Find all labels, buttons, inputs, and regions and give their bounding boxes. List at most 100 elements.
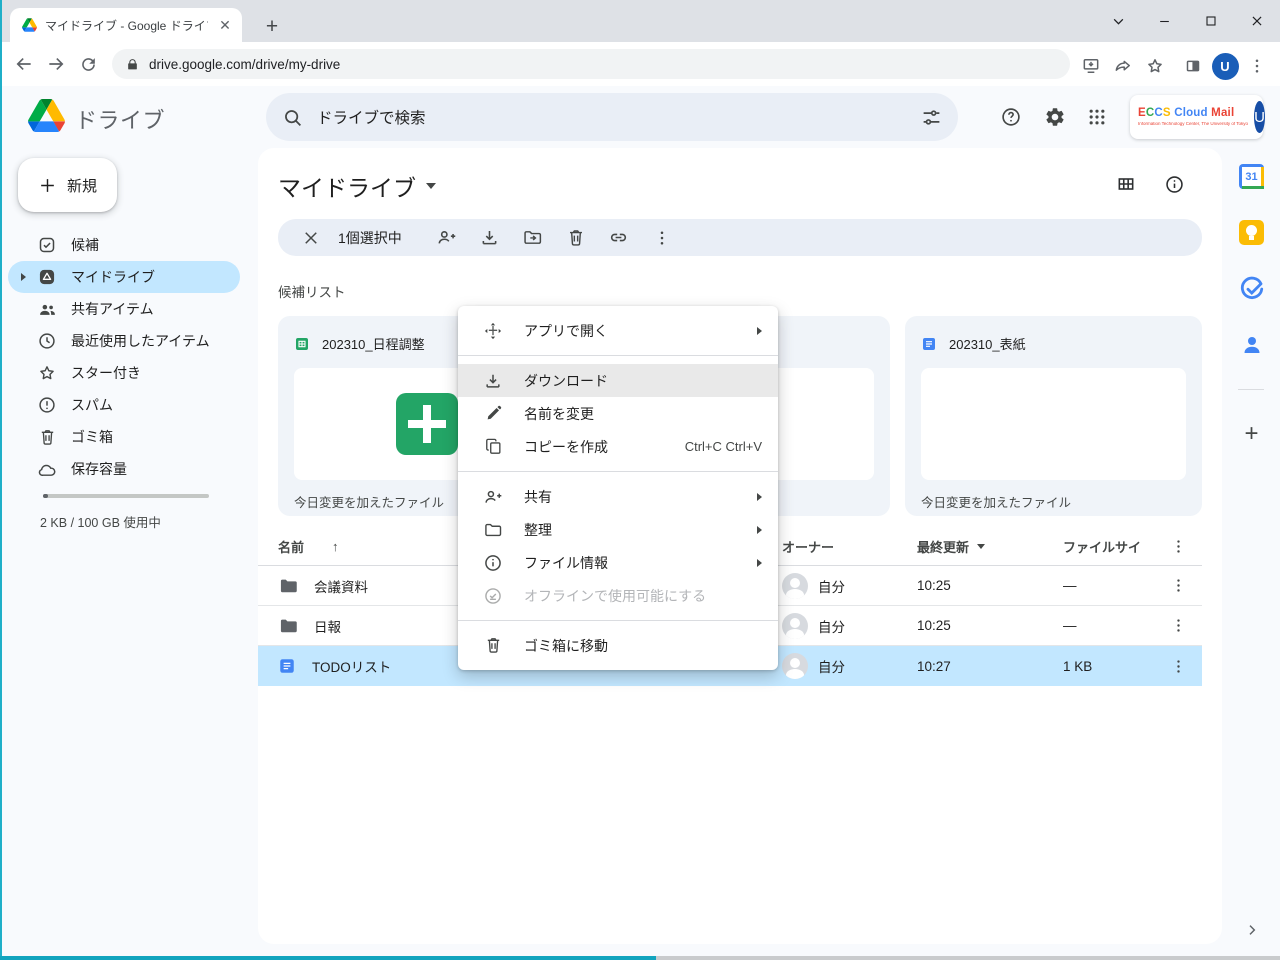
back-icon[interactable] (8, 48, 40, 80)
menu-item-organize[interactable]: 整理 (458, 513, 778, 546)
menu-item-download[interactable]: ダウンロード (458, 364, 778, 397)
sheets-logo-icon (396, 393, 458, 455)
menu-item-make-copy[interactable]: コピーを作成 Ctrl+C Ctrl+V (458, 430, 778, 463)
storage-progress-bar (43, 494, 209, 498)
sidebar-item-trash[interactable]: ゴミ箱 (8, 421, 240, 453)
move-to-folder-icon[interactable] (516, 221, 550, 255)
my-drive-icon (36, 266, 58, 288)
menu-item-file-info[interactable]: ファイル情報 (458, 546, 778, 579)
install-icon[interactable] (1075, 50, 1107, 82)
url-bar[interactable]: drive.google.com/drive/my-drive (112, 49, 1070, 79)
owner-avatar (782, 653, 808, 679)
spam-icon (36, 394, 58, 416)
menu-item-move-to-trash[interactable]: ゴミ箱に移動 (458, 629, 778, 662)
new-tab-button[interactable]: + (258, 13, 286, 41)
column-modified[interactable]: 最終更新 (917, 528, 985, 565)
row-options-icon[interactable] (1160, 606, 1196, 645)
column-options-icon[interactable] (1160, 528, 1196, 565)
tab-search-icon[interactable] (1104, 0, 1132, 42)
drive-logo[interactable] (28, 99, 65, 132)
details-toggle[interactable] (1154, 164, 1194, 204)
browser-menu-icon[interactable] (1241, 50, 1273, 82)
account-badge[interactable]: ECCS Cloud Mail Information Technology C… (1130, 95, 1263, 139)
sidebar-item-shared[interactable]: 共有アイテム (8, 293, 240, 325)
bookmark-star-icon[interactable] (1139, 50, 1171, 82)
contacts-app-icon[interactable] (1238, 331, 1265, 358)
lock-icon[interactable] (126, 58, 139, 71)
column-name[interactable]: 名前↑ (278, 528, 339, 565)
star-icon (36, 362, 58, 384)
window-maximize-button[interactable] (1197, 0, 1225, 42)
download-icon[interactable] (473, 221, 507, 255)
tab-close-icon[interactable]: ✕ (216, 16, 234, 34)
menu-item-share[interactable]: 共有 (458, 480, 778, 513)
sidebar-item-label: スパム (71, 395, 113, 415)
forward-icon[interactable] (40, 48, 72, 80)
sidebar-item-recent[interactable]: 最近使用したアイテム (8, 325, 240, 357)
share-person-add-icon[interactable] (430, 221, 464, 255)
screen: マイドライブ - Google ドライブ ✕ + drive.g (0, 0, 1280, 960)
sidebar-item-label: ゴミ箱 (71, 427, 113, 447)
search-placeholder: ドライブで検索 (317, 106, 907, 128)
sidebar-item-starred[interactable]: スター付き (8, 357, 240, 389)
more-actions-icon[interactable] (645, 221, 679, 255)
calendar-app-icon[interactable]: 31 (1238, 163, 1265, 190)
trash-icon[interactable] (559, 221, 593, 255)
column-owner[interactable]: オーナー (782, 528, 834, 565)
reload-icon[interactable] (72, 48, 104, 80)
submenu-arrow-icon (757, 493, 762, 501)
folder-icon (482, 520, 504, 540)
column-size[interactable]: ファイルサイ (1063, 528, 1141, 565)
file-card-header: 202310_表紙 (905, 316, 1202, 369)
row-name: 日報 (314, 616, 341, 636)
search-options-icon[interactable] (921, 107, 942, 128)
share-icon[interactable] (1107, 50, 1139, 82)
browser-profile-avatar[interactable]: U (1209, 50, 1241, 82)
sidebar-item-label: 共有アイテム (71, 299, 154, 319)
window-minimize-button[interactable] (1150, 0, 1178, 42)
selection-toolbar: 1個選択中 (278, 219, 1202, 256)
file-card-name: 202310_表紙 (949, 334, 1026, 353)
get-add-ons-icon[interactable]: + (1238, 420, 1265, 447)
row-options-icon[interactable] (1160, 566, 1196, 605)
file-card-docs[interactable]: 202310_表紙 今日変更を加えたファイル (905, 316, 1202, 516)
row-modified: 10:25 (917, 566, 951, 605)
menu-item-rename[interactable]: 名前を変更 (458, 397, 778, 430)
drive-app-name: ドライブ (75, 103, 165, 135)
window-close-button[interactable] (1243, 0, 1271, 42)
browser-tab[interactable]: マイドライブ - Google ドライブ ✕ (10, 8, 242, 42)
apps-grid-icon[interactable] (1077, 97, 1117, 137)
menu-item-open-with[interactable]: アプリで開く (458, 314, 778, 347)
show-side-panel-chevron-icon[interactable] (1240, 918, 1264, 942)
sidebar-item-spam[interactable]: スパム (8, 389, 240, 421)
download-icon (482, 371, 504, 391)
tasks-app-icon[interactable] (1238, 275, 1265, 302)
page-title: マイドライブ (278, 169, 416, 203)
drive-search-bar[interactable]: ドライブで検索 (266, 93, 958, 141)
account-badge-brand: ECCS Cloud Mail (1138, 108, 1248, 120)
help-icon[interactable] (991, 97, 1031, 137)
menu-divider (458, 620, 778, 621)
sidebar-item-my-drive[interactable]: マイドライブ (8, 261, 240, 293)
rail-divider (1238, 389, 1264, 390)
new-button[interactable]: 新規 (18, 158, 117, 212)
open-with-icon (482, 321, 504, 341)
grid-view-toggle[interactable] (1106, 164, 1146, 204)
get-link-icon[interactable] (602, 221, 636, 255)
sidebar-item-suggested[interactable]: 候補 (8, 229, 240, 261)
side-panel-icon[interactable] (1177, 50, 1209, 82)
sidebar-item-storage[interactable]: 保存容量 (8, 453, 240, 485)
sidebar-item-label: 保存容量 (71, 459, 127, 479)
folder-icon (278, 576, 298, 596)
row-owner: 自分 (818, 576, 845, 596)
clear-selection-icon[interactable] (294, 221, 328, 255)
plus-icon (38, 176, 57, 195)
account-avatar[interactable]: U (1254, 101, 1265, 133)
expand-caret-icon[interactable] (21, 273, 26, 281)
search-icon[interactable] (282, 107, 303, 128)
page-title-dropdown[interactable]: マイドライブ (278, 169, 436, 203)
settings-gear-icon[interactable] (1035, 97, 1075, 137)
keep-app-icon[interactable] (1238, 219, 1265, 246)
suggested-section-label: 候補リスト (278, 281, 346, 301)
row-options-icon[interactable] (1160, 646, 1196, 686)
